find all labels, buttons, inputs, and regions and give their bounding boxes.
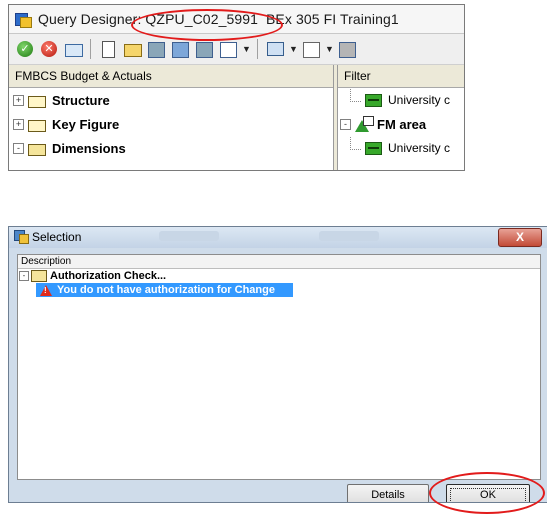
hierarchy-icon	[355, 116, 374, 132]
highlight-oval-ok-button	[429, 472, 545, 514]
folder-icon	[28, 118, 46, 132]
tree-connector	[350, 88, 361, 102]
collapse-icon[interactable]: -	[13, 142, 24, 154]
tree-item-dimensions[interactable]: - Dimensions	[9, 136, 333, 160]
infoprovider-pane: FMBCS Budget & Actuals + Structure + Key…	[9, 65, 334, 170]
characteristic-icon	[365, 93, 382, 107]
background-tab-ghost	[159, 231, 219, 241]
save-icon[interactable]	[146, 39, 166, 59]
chevron-down-icon[interactable]: ▼	[242, 44, 251, 54]
tree-item-structure[interactable]: + Structure	[9, 88, 333, 112]
highlight-oval-query-id	[131, 9, 283, 41]
error-message-text: You do not have authorization for Change	[57, 284, 275, 296]
check-icon[interactable]: ✓	[15, 39, 35, 59]
filter-item-label: University c	[388, 141, 451, 155]
monitor-icon[interactable]	[265, 39, 285, 59]
message-list: Description - Authorization Check... You…	[17, 254, 541, 480]
new-icon[interactable]	[98, 39, 118, 59]
error-message-row[interactable]: You do not have authorization for Change	[36, 283, 293, 297]
chevron-down-icon[interactable]: ▼	[325, 44, 334, 54]
cancel-icon[interactable]: ✕	[39, 39, 59, 59]
filter-item-label: University c	[388, 93, 451, 107]
filter-pane: Filter University c - FM area University…	[337, 65, 464, 170]
save-as-icon[interactable]	[170, 39, 190, 59]
grid-icon[interactable]	[194, 39, 214, 59]
toolbar-separator	[90, 39, 91, 59]
folder-open-icon	[31, 270, 47, 282]
chevron-down-icon[interactable]: ▼	[289, 44, 298, 54]
filter-item[interactable]: University c	[338, 88, 464, 112]
infoprovider-header: FMBCS Budget & Actuals	[9, 65, 333, 88]
filter-item-fm-area[interactable]: - FM area	[338, 112, 464, 136]
selection-titlebar: Selection X	[9, 227, 547, 248]
close-button[interactable]: X	[498, 228, 542, 247]
column-header-description[interactable]: Description	[18, 255, 540, 269]
filter-header: Filter	[338, 65, 464, 88]
tree-connector	[350, 136, 361, 150]
query-designer-app-icon	[15, 11, 32, 28]
title-prefix: Query Designer:	[38, 11, 146, 27]
folder-open-icon	[28, 142, 46, 156]
layout-icon[interactable]	[301, 39, 321, 59]
filter-item[interactable]: University c	[338, 136, 464, 160]
tree-item-label: Structure	[52, 92, 110, 108]
tree-item-authorization-check[interactable]: - Authorization Check...	[18, 269, 540, 283]
properties-icon[interactable]	[63, 39, 83, 59]
selection-app-icon	[14, 230, 29, 244]
collapse-icon[interactable]: -	[340, 118, 351, 130]
open-icon[interactable]	[122, 39, 142, 59]
folder-icon	[28, 94, 46, 108]
grid-icon[interactable]	[337, 39, 357, 59]
tree-item-label: Dimensions	[52, 140, 126, 156]
tree-item-label: Authorization Check...	[50, 270, 167, 282]
toolbar-separator	[257, 39, 258, 59]
expand-icon[interactable]: +	[13, 94, 24, 106]
background-tab-ghost	[319, 231, 379, 241]
tabular-icon[interactable]	[218, 39, 238, 59]
characteristic-icon	[365, 141, 382, 155]
filter-item-label: FM area	[377, 116, 427, 132]
selection-title: Selection	[32, 230, 82, 244]
collapse-icon[interactable]: -	[19, 271, 29, 281]
selection-dialog: Selection X Description - Authorization …	[8, 226, 547, 503]
tree-item-label: Key Figure	[52, 116, 120, 132]
expand-icon[interactable]: +	[13, 118, 24, 130]
tree-item-key-figure[interactable]: + Key Figure	[9, 112, 333, 136]
warning-icon	[40, 284, 52, 296]
details-button[interactable]: Details	[347, 484, 429, 502]
